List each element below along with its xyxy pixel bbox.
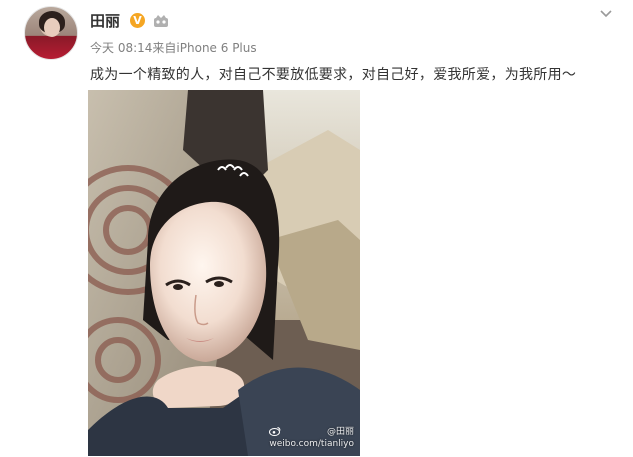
watermark-handle: @田丽 <box>326 427 354 437</box>
post-meta: 今天 08:14来自iPhone 6 Plus <box>90 39 257 56</box>
watermark-url: weibo.com/tianliyo <box>269 439 354 449</box>
verified-v-icon[interactable]: V <box>130 12 146 28</box>
avatar-face <box>44 18 60 37</box>
post-timestamp[interactable]: 今天 08:14 <box>90 41 152 55</box>
weibo-logo-icon <box>269 427 281 436</box>
level-crown-icon[interactable] <box>153 13 169 27</box>
username[interactable]: 田丽 <box>90 10 120 31</box>
chevron-down-icon[interactable] <box>599 6 613 20</box>
source-prefix: 来自 <box>152 41 177 55</box>
photo-illustration <box>88 90 360 456</box>
avatar[interactable] <box>24 6 78 60</box>
post-photo[interactable]: @田丽 weibo.com/tianliyo <box>88 90 360 456</box>
post-text: 成为一个精致的人，对自己不要放低要求，对自己好，爱我所爱，为我所用～ <box>90 67 577 83</box>
post-source[interactable]: iPhone 6 Plus <box>176 41 256 55</box>
photo-watermark: @田丽 weibo.com/tianliyo <box>269 426 354 450</box>
weibo-post: 田丽 V 今天 08:14来自iPhone 6 Plus 成为一个精致的人，对自… <box>0 0 633 457</box>
post-header: 田丽 V <box>90 10 169 30</box>
